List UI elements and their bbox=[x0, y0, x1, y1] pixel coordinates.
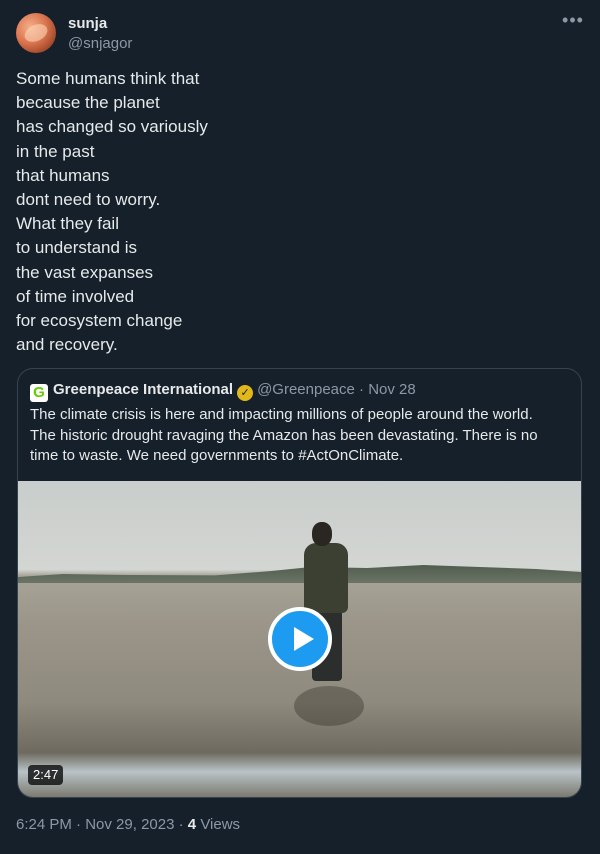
tweet-text: Some humans think that because the plane… bbox=[16, 67, 576, 357]
person-head bbox=[312, 522, 332, 546]
tweet-line: for ecosystem change bbox=[16, 311, 183, 331]
separator: · bbox=[359, 381, 365, 398]
quoted-line: The climate crisis is here and impacting… bbox=[30, 406, 533, 423]
quoted-author-name[interactable]: Greenpeace International bbox=[53, 381, 233, 398]
quoted-line: The historic drought ravaging the Amazon… bbox=[30, 426, 538, 444]
tweet-line: dont need to worry. bbox=[16, 190, 161, 210]
tweet-line: in the past bbox=[16, 141, 95, 161]
greenpeace-logo-icon: G bbox=[30, 384, 48, 402]
quoted-line: time to waste. We need governments to #A… bbox=[30, 447, 404, 464]
quoted-tweet-header: G Greenpeace International ✓ @Greenpeace · … bbox=[30, 381, 416, 402]
tweet-line: and recovery. bbox=[16, 335, 118, 355]
views-count: 4 bbox=[187, 816, 197, 833]
tweet-line: has changed so variously bbox=[16, 117, 208, 137]
quoted-tweet[interactable]: G Greenpeace International ✓ @Greenpeace · … bbox=[17, 368, 582, 798]
quoted-date[interactable]: Nov 28 bbox=[368, 381, 416, 398]
tweet-line: that humans bbox=[16, 165, 110, 185]
video-duration: 2:47 bbox=[28, 765, 64, 785]
separator: · bbox=[178, 816, 184, 833]
treeline bbox=[18, 565, 581, 583]
tweet-time[interactable]: 6:24 PM bbox=[16, 816, 72, 833]
author-name[interactable]: sunja bbox=[68, 15, 107, 32]
separator: · bbox=[76, 816, 82, 833]
person-shadow bbox=[294, 686, 364, 726]
tweet-header: sunja @snjagor ••• bbox=[16, 11, 586, 61]
tweet-line: because the planet bbox=[16, 93, 160, 113]
tweet-line: Some humans think that bbox=[16, 69, 200, 88]
tweet-line: of time involved bbox=[16, 286, 135, 306]
verified-badge-icon: ✓ bbox=[237, 385, 254, 401]
tweet-line: to understand is bbox=[16, 238, 137, 258]
play-icon[interactable] bbox=[268, 607, 332, 671]
quoted-tweet-text: The climate crisis is here and impacting… bbox=[30, 405, 575, 467]
tweet-line: the vast expanses bbox=[16, 262, 154, 282]
tweet-footer: 6:24 PM · Nov 29, 2023 · 4 Views bbox=[16, 816, 240, 833]
tweet-date[interactable]: Nov 29, 2023 bbox=[85, 816, 174, 833]
avatar[interactable] bbox=[16, 13, 56, 53]
more-options-icon[interactable]: ••• bbox=[560, 11, 586, 33]
video-thumbnail[interactable]: 2:47 bbox=[18, 481, 581, 797]
person-body bbox=[304, 543, 348, 613]
quoted-author-handle[interactable]: @Greenpeace bbox=[257, 381, 355, 398]
tweet-line: What they fail bbox=[16, 214, 119, 234]
views-label: Views bbox=[200, 816, 241, 833]
author-handle[interactable]: @snjagor bbox=[68, 35, 132, 52]
